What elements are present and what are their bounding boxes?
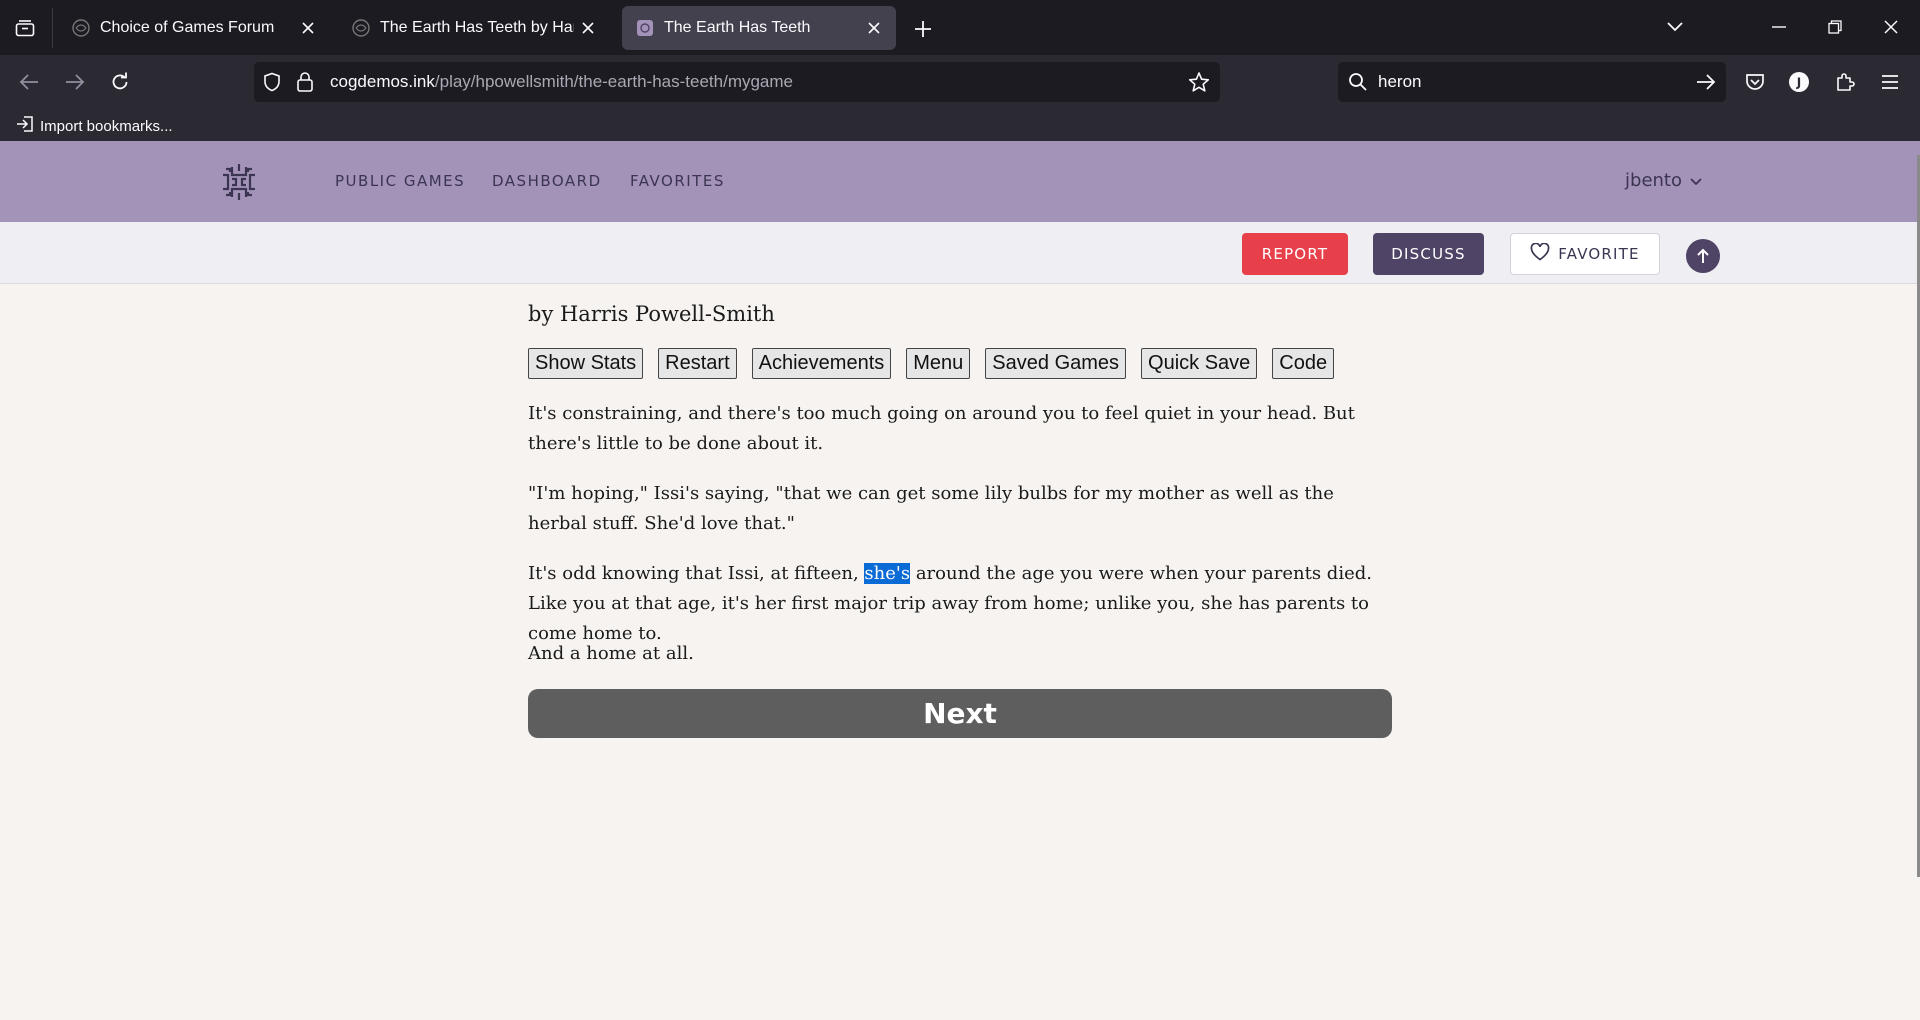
author-byline: by Harris Powell-Smith [528, 302, 775, 326]
tab-list-icon[interactable] [10, 14, 40, 42]
game-action-bar: REPORT DISCUSS FAVORITE [0, 222, 1920, 284]
chevron-down-icon [1690, 170, 1702, 191]
app-menu-hamburger-icon[interactable] [1873, 65, 1907, 99]
tab-choice-of-games-forum[interactable]: Choice of Games Forum [58, 6, 330, 50]
code-button[interactable]: Code [1272, 348, 1335, 379]
divider [52, 8, 53, 48]
nav-favorites[interactable]: FAVORITES [630, 172, 725, 190]
account-avatar-icon[interactable]: J [1782, 65, 1816, 99]
cog-favicon-icon [352, 19, 370, 37]
close-window-icon[interactable] [1874, 12, 1908, 42]
next-button[interactable]: Next [528, 689, 1392, 738]
report-button[interactable]: REPORT [1242, 233, 1348, 275]
nav-dashboard[interactable]: DASHBOARD [492, 172, 602, 190]
tab-earth-has-teeth-info[interactable]: The Earth Has Teeth by Harris Powell-Smi… [338, 6, 610, 50]
new-tab-plus-icon[interactable] [908, 14, 938, 44]
tab-title: Choice of Games Forum [100, 19, 275, 36]
tab-earth-has-teeth-game[interactable]: The Earth Has Teeth [622, 6, 896, 50]
favorite-label: FAVORITE [1558, 245, 1640, 263]
quick-save-button[interactable]: Quick Save [1141, 348, 1258, 379]
bookmark-star-icon[interactable] [1188, 71, 1210, 98]
url-text[interactable]: cogdemos.ink/play/hpowellsmith/the-earth… [330, 72, 793, 92]
list-all-tabs-chevron-icon[interactable] [1658, 12, 1692, 42]
cogdemos-logo-icon[interactable] [218, 161, 260, 203]
show-stats-button[interactable]: Show Stats [528, 348, 644, 379]
pocket-icon[interactable] [1738, 65, 1772, 99]
back-arrow-icon[interactable] [12, 65, 46, 99]
navigation-toolbar: cogdemos.ink/play/hpowellsmith/the-earth… [0, 55, 1920, 109]
forward-arrow-icon[interactable] [58, 65, 92, 99]
import-icon [16, 115, 34, 137]
nav-public-games[interactable]: PUBLIC GAMES [335, 172, 465, 190]
import-bookmarks-label: Import bookmarks... [40, 117, 173, 135]
reload-icon[interactable] [103, 65, 137, 99]
tab-bar: Choice of Games Forum The Earth Has Teet… [0, 0, 1920, 55]
close-tab-icon[interactable] [860, 14, 888, 42]
tab-title: The Earth Has Teeth [664, 19, 811, 36]
discuss-button[interactable]: DISCUSS [1373, 233, 1484, 275]
close-tab-icon[interactable] [294, 14, 322, 42]
story-paragraph: And a home at all. [528, 643, 694, 664]
search-go-arrow-icon[interactable] [1696, 73, 1716, 96]
import-bookmarks-button[interactable]: Import bookmarks... [16, 115, 173, 137]
lock-icon[interactable] [296, 71, 314, 98]
restart-button[interactable]: Restart [658, 348, 737, 379]
scroll-to-top-arrow-icon[interactable] [1686, 239, 1720, 273]
achievements-button[interactable]: Achievements [751, 348, 892, 379]
bookmarks-toolbar: Import bookmarks... [0, 109, 1920, 141]
restore-icon[interactable] [1818, 12, 1852, 42]
story-paragraph: It's constraining, and there's too much … [528, 403, 1355, 454]
cog-favicon-icon [72, 19, 90, 37]
tab-title: The Earth Has Teeth by Harris Powell-Smi… [380, 19, 574, 36]
username: jbento [1625, 170, 1682, 191]
search-bar[interactable]: heron [1338, 62, 1726, 102]
saved-games-button[interactable]: Saved Games [985, 348, 1127, 379]
heart-icon [1530, 242, 1550, 265]
site-header: PUBLIC GAMES DASHBOARD FAVORITES jbento [0, 141, 1920, 222]
tracking-shield-icon[interactable] [262, 72, 282, 97]
extensions-puzzle-icon[interactable] [1828, 65, 1862, 99]
game-favicon-icon [636, 19, 654, 37]
user-menu[interactable]: jbento [1625, 170, 1702, 191]
minimize-icon[interactable] [1762, 12, 1796, 42]
menu-button[interactable]: Menu [906, 348, 971, 379]
selected-text: she's [864, 563, 911, 584]
story-paragraph: It's odd knowing that Issi, at fifteen, … [528, 563, 1372, 644]
svg-text:J: J [1796, 76, 1801, 90]
search-input[interactable]: heron [1378, 72, 1421, 92]
search-icon [1348, 72, 1368, 97]
address-bar[interactable]: cogdemos.ink/play/hpowellsmith/the-earth… [254, 62, 1220, 102]
game-controls: Show Stats Restart Achievements Menu Sav… [528, 348, 1335, 379]
favorite-button[interactable]: FAVORITE [1510, 233, 1660, 275]
close-tab-icon[interactable] [574, 14, 602, 42]
story-paragraph: "I'm hoping," Issi's saying, "that we ca… [528, 483, 1334, 534]
